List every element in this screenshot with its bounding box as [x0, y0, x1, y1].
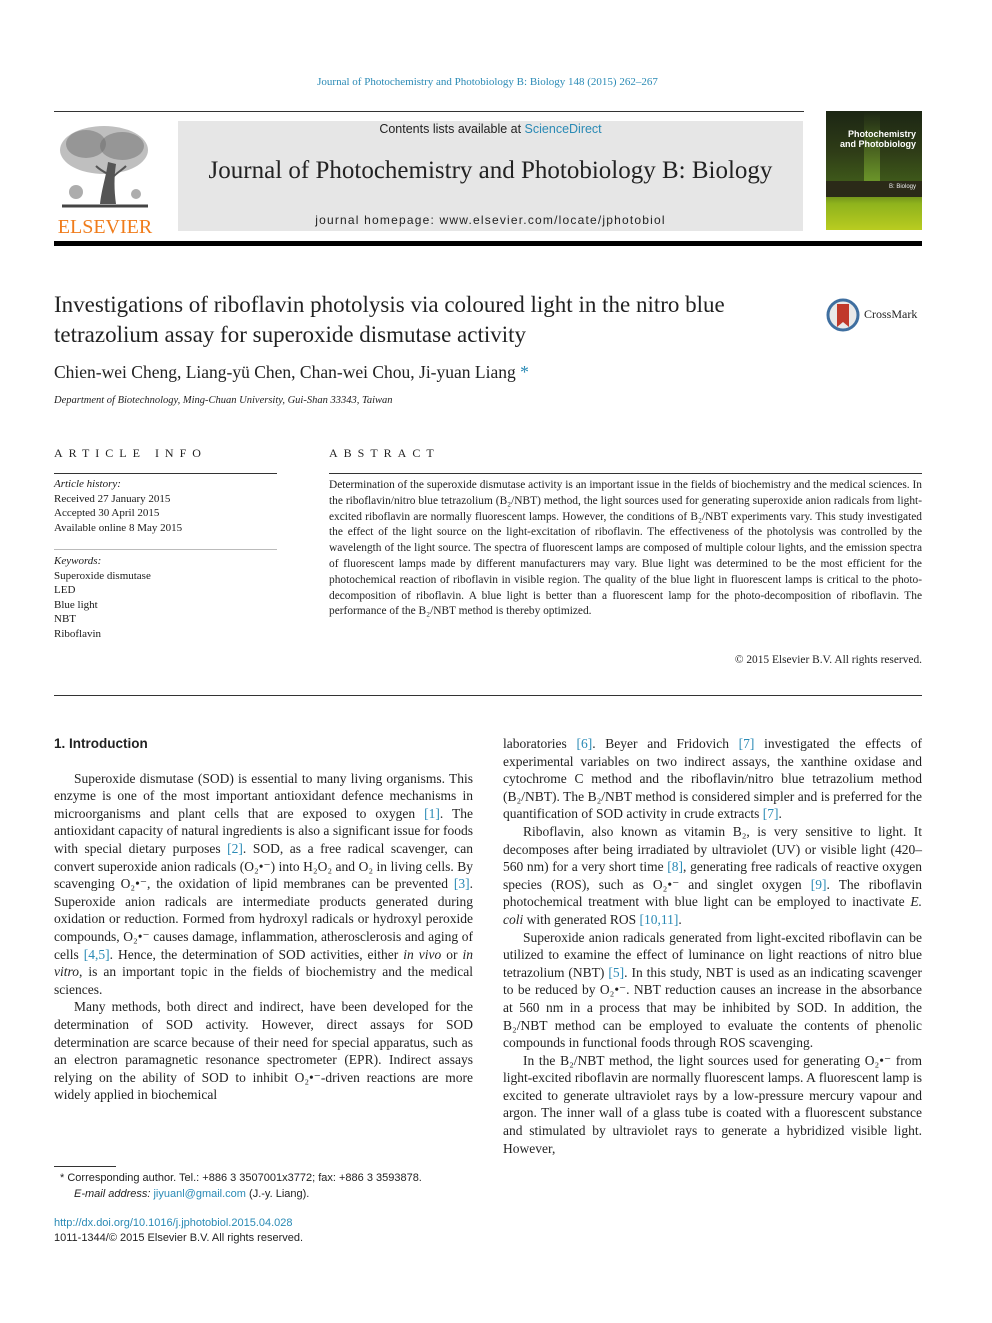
abstract-copyright: © 2015 Elsevier B.V. All rights reserved…	[734, 654, 922, 666]
doi-link[interactable]: http://dx.doi.org/10.1016/j.jphotobiol.2…	[54, 1216, 303, 1231]
crossmark-button[interactable]: CrossMark	[826, 297, 926, 333]
history-item: Received 27 January 2015	[54, 492, 171, 505]
body-paragraph: Riboflavin, also known as vitamin B₂, is…	[503, 823, 922, 927]
author-list: Chien-wei Cheng, Liang-yü Chen, Chan-wei…	[54, 362, 529, 383]
section-divider	[54, 695, 922, 696]
article-history: Article history: Received 27 January 201…	[54, 477, 182, 535]
cover-subtitle: B: Biology	[888, 184, 916, 190]
citation-link[interactable]: [2]	[227, 841, 243, 856]
article-info-heading: ARTICLE INFO	[54, 446, 207, 460]
article-info-rule	[54, 473, 277, 474]
abstract-heading: ABSTRACT	[329, 446, 440, 460]
keyword-item: LED	[54, 584, 76, 596]
italic-term: E. coli	[503, 894, 922, 927]
citation-link[interactable]: [3]	[454, 876, 470, 891]
citation-link[interactable]: [5]	[608, 965, 624, 980]
keywords-heading: Keywords:	[54, 555, 102, 567]
journal-cover-image[interactable]: Photochemistry and Photobiology B: Biolo…	[826, 111, 922, 230]
authors-text: Chien-wei Cheng, Liang-yü Chen, Chan-wei…	[54, 362, 516, 382]
contents-prefix: Contents lists available at	[379, 122, 525, 136]
issn-copyright: 1011-1344/© 2015 Elsevier B.V. All right…	[54, 1231, 304, 1244]
keyword-item: NBT	[54, 613, 76, 625]
doi-block: http://dx.doi.org/10.1016/j.jphotobiol.2…	[54, 1216, 303, 1245]
body-column-left: 1. Introduction Superoxide dismutase (SO…	[54, 735, 473, 1104]
email-suffix: (J.-y. Liang).	[245, 1188, 310, 1200]
body-paragraph: In the B₂/NBT method, the light sources …	[503, 1052, 922, 1156]
citation-link[interactable]: [6]	[576, 736, 592, 751]
sciencedirect-link[interactable]: ScienceDirect	[525, 122, 602, 136]
body-paragraph: Superoxide anion radicals generated from…	[503, 929, 923, 1051]
article-title: Investigations of riboflavin photolysis …	[54, 292, 725, 347]
keyword-item: Superoxide dismutase	[54, 569, 151, 582]
tree-icon	[60, 126, 148, 208]
footnote-line: * Corresponding author. Tel.: +886 3 350…	[60, 1170, 422, 1186]
citation-link[interactable]: [7]	[763, 806, 779, 821]
contents-line: Contents lists available at ScienceDirec…	[178, 121, 803, 136]
abstract-text: Determination of the superoxide dismutas…	[329, 479, 922, 618]
crossmark-icon	[826, 298, 860, 332]
italic-term: in vivo	[403, 946, 442, 962]
journal-masthead: Contents lists available at ScienceDirec…	[178, 121, 803, 231]
body-column-right: laboratories [6]. Beyer and Fridovich [7…	[503, 735, 922, 1157]
cover-title-line: and Photobiology	[840, 139, 916, 149]
citation-link[interactable]: [8]	[667, 859, 683, 874]
header-thick-rule	[54, 241, 922, 246]
elsevier-wordmark: ELSEVIER	[57, 216, 153, 238]
keyword-item: Riboflavin	[54, 627, 102, 640]
body-paragraph: laboratories [6]. Beyer and Fridovich [7…	[503, 736, 922, 822]
affiliation: Department of Biotechnology, Ming-Chuan …	[54, 395, 393, 406]
citation-link[interactable]: [10,11]	[639, 912, 678, 927]
email-link[interactable]: jiyuanl@gmail.com	[153, 1188, 245, 1200]
body-paragraph: Many methods, both direct and indirect, …	[54, 999, 473, 1103]
citation-link[interactable]: [1]	[424, 806, 440, 821]
header-rule	[54, 111, 804, 112]
elsevier-logo[interactable]: ELSEVIER	[54, 122, 156, 238]
cover-title-line: Photochemistry	[847, 129, 916, 139]
body-paragraph: Superoxide dismutase (SOD) is essential …	[54, 770, 474, 997]
footnote-contact: Corresponding author. Tel.: +886 3 35070…	[67, 1172, 422, 1184]
footnote-marker: *	[60, 1172, 65, 1184]
journal-citation-link[interactable]: Journal of Photochemistry and Photobiolo…	[0, 76, 975, 88]
history-item: Accepted 30 April 2015	[54, 507, 160, 519]
journal-homepage-link[interactable]: journal homepage: www.elsevier.com/locat…	[178, 213, 803, 227]
citation-link[interactable]: [7]	[739, 736, 755, 751]
abstract-rule	[329, 473, 922, 474]
citation-link[interactable]: [4,5]	[84, 947, 110, 962]
crossmark-label: CrossMark	[864, 307, 918, 321]
history-heading: Article history:	[54, 478, 121, 490]
footnote-email-line: E-mail address: jiyuanl@gmail.com (J.-y.…	[60, 1186, 422, 1202]
cover-title: Photochemistry and Photobiology	[840, 129, 916, 149]
email-label: E-mail address:	[74, 1188, 151, 1200]
keyword-item: Blue light	[54, 598, 98, 611]
corresponding-author-link[interactable]: *	[520, 362, 529, 382]
corresponding-author-footnote: * Corresponding author. Tel.: +886 3 350…	[60, 1170, 422, 1202]
keywords-list: Keywords: Superoxide dismutase LED Blue …	[54, 554, 151, 641]
journal-title: Journal of Photochemistry and Photobiolo…	[208, 157, 773, 184]
history-item: Available online 8 May 2015	[54, 521, 183, 534]
citation-link[interactable]: [9]	[811, 877, 827, 892]
footnote-rule	[54, 1166, 116, 1167]
keywords-rule	[54, 549, 277, 550]
section-heading-introduction: 1. Introduction	[54, 736, 148, 751]
